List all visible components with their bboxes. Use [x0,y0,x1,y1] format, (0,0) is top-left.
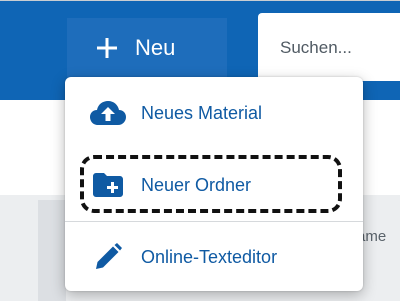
folder-plus-icon [89,170,127,200]
menu-divider [65,221,363,222]
menu-item-label: Online-Texteditor [141,246,278,267]
search-box[interactable] [258,13,400,83]
plus-icon [97,38,117,58]
pencil-icon [89,242,127,272]
new-button-label: Neu [135,35,176,60]
menu-item-new-folder[interactable]: Neuer Ordner [65,153,363,217]
new-button[interactable]: Neu [67,18,227,78]
search-input[interactable] [278,13,400,83]
cloud-upload-icon [89,98,127,128]
menu-item-new-material[interactable]: Neues Material [65,81,363,145]
checkbox-column [38,200,66,301]
new-dropdown-menu: Neues Material Neuer Ordner Online-Texte… [65,77,363,291]
menu-item-online-text-editor[interactable]: Online-Texteditor [65,225,363,289]
menu-item-label: Neuer Ordner [141,174,252,195]
menu-item-label: Neues Material [141,102,263,123]
